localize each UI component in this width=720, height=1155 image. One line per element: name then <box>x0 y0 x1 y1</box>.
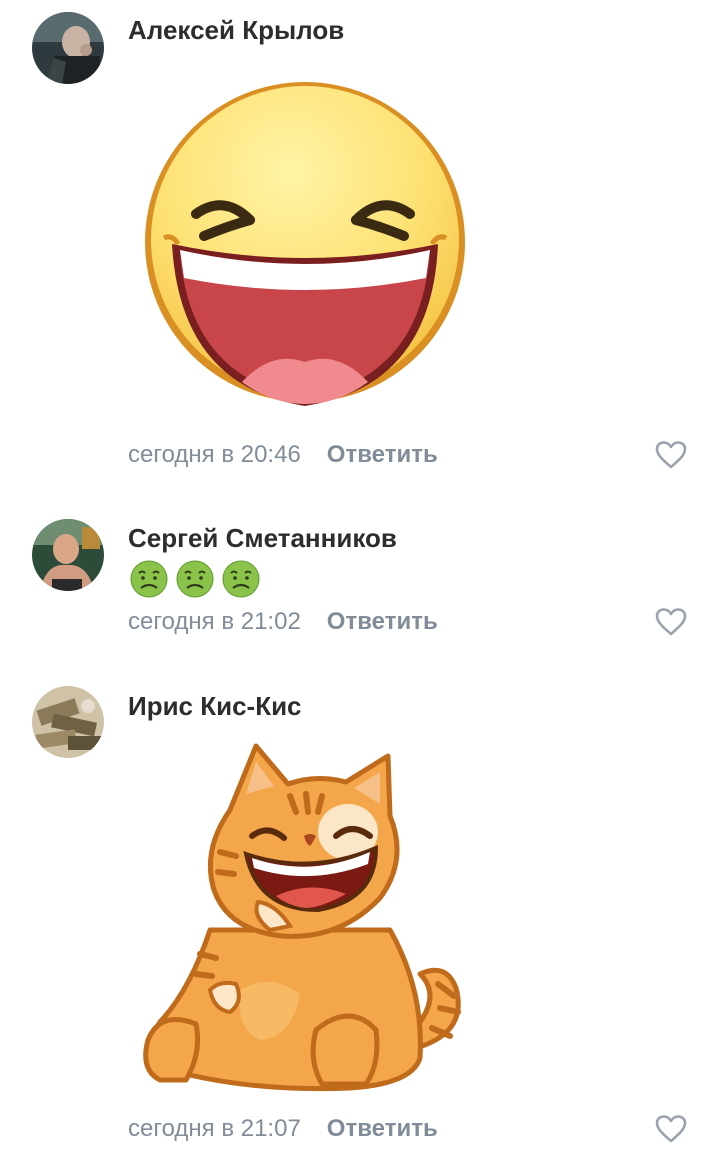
comment-timestamp: сегодня в 21:02 <box>128 608 301 635</box>
avatar[interactable] <box>32 12 104 84</box>
comment-author[interactable]: Сергей Сметанников <box>128 522 397 554</box>
comment-author[interactable]: Алексей Крылов <box>128 14 344 46</box>
reply-button[interactable]: Ответить <box>327 608 438 635</box>
like-heart-icon[interactable] <box>654 1114 688 1144</box>
comment-emoji-text <box>130 560 260 598</box>
comment-timestamp: сегодня в 21:07 <box>128 1115 301 1142</box>
like-heart-icon[interactable] <box>654 440 688 470</box>
comment-meta: сегодня в 20:46 Ответить <box>128 439 438 471</box>
laughing-orange-cat-sticker <box>140 740 470 1097</box>
avatar[interactable] <box>32 686 104 758</box>
comment-meta: сегодня в 21:07 Ответить <box>128 1113 438 1145</box>
nauseated-face-icon <box>130 560 168 598</box>
comment-author[interactable]: Ирис Кис-Кис <box>128 690 302 722</box>
laughing-smiley-sticker <box>142 66 468 423</box>
comment-timestamp: сегодня в 20:46 <box>128 441 301 468</box>
comment-meta: сегодня в 21:02 Ответить <box>128 606 438 638</box>
reply-button[interactable]: Ответить <box>327 1115 438 1142</box>
avatar[interactable] <box>32 519 104 591</box>
nauseated-face-icon <box>222 560 260 598</box>
nauseated-face-icon <box>176 560 214 598</box>
reply-button[interactable]: Ответить <box>327 441 438 468</box>
like-heart-icon[interactable] <box>654 607 688 637</box>
